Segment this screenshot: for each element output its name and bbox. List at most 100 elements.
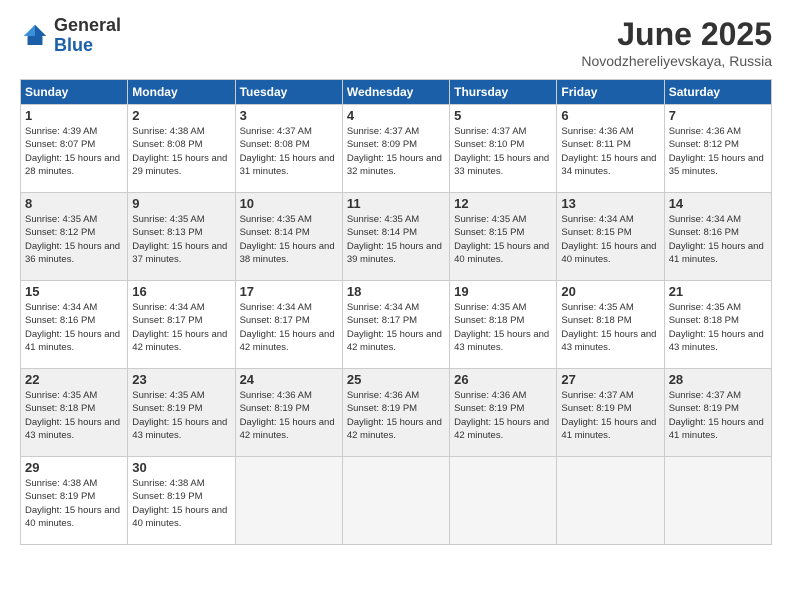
- day-number: 22: [25, 372, 123, 387]
- day-info: Sunrise: 4:34 AMSunset: 8:17 PMDaylight:…: [132, 301, 230, 354]
- calendar-cell: 19Sunrise: 4:35 AMSunset: 8:18 PMDayligh…: [450, 281, 557, 369]
- day-info: Sunrise: 4:36 AMSunset: 8:19 PMDaylight:…: [240, 389, 338, 442]
- calendar-cell: [664, 457, 771, 545]
- day-info: Sunrise: 4:37 AMSunset: 8:08 PMDaylight:…: [240, 125, 338, 178]
- day-info: Sunrise: 4:36 AMSunset: 8:12 PMDaylight:…: [669, 125, 767, 178]
- calendar-cell: [342, 457, 449, 545]
- day-number: 23: [132, 372, 230, 387]
- day-number: 21: [669, 284, 767, 299]
- calendar-table: Sunday Monday Tuesday Wednesday Thursday…: [20, 79, 772, 545]
- day-info: Sunrise: 4:36 AMSunset: 8:19 PMDaylight:…: [454, 389, 552, 442]
- day-info: Sunrise: 4:34 AMSunset: 8:16 PMDaylight:…: [669, 213, 767, 266]
- day-number: 27: [561, 372, 659, 387]
- day-info: Sunrise: 4:34 AMSunset: 8:15 PMDaylight:…: [561, 213, 659, 266]
- day-number: 29: [25, 460, 123, 475]
- col-sunday: Sunday: [21, 80, 128, 105]
- calendar-cell: 6 Sunrise: 4:36 AMSunset: 8:11 PMDaylight…: [557, 105, 664, 193]
- day-info: Sunrise: 4:34 AMSunset: 8:16 PMDaylight:…: [25, 301, 123, 354]
- calendar-cell: 22Sunrise: 4:35 AMSunset: 8:18 PMDayligh…: [21, 369, 128, 457]
- calendar-cell: 16 Sunrise: 4:34 AMSunset: 8:17 PMDayligh…: [128, 281, 235, 369]
- calendar-cell: 15 Sunrise: 4:34 AMSunset: 8:16 PMDayligh…: [21, 281, 128, 369]
- calendar-cell: 11 Sunrise: 4:35 AMSunset: 8:14 PMDayligh…: [342, 193, 449, 281]
- day-info: Sunrise: 4:35 AMSunset: 8:18 PMDaylight:…: [454, 301, 552, 354]
- calendar-week-row: 15 Sunrise: 4:34 AMSunset: 8:16 PMDayligh…: [21, 281, 772, 369]
- day-info: Sunrise: 4:35 AMSunset: 8:14 PMDaylight:…: [347, 213, 445, 266]
- calendar-week-row: 8 Sunrise: 4:35 AMSunset: 8:12 PMDaylight…: [21, 193, 772, 281]
- day-number: 15: [25, 284, 123, 299]
- day-info: Sunrise: 4:35 AMSunset: 8:15 PMDaylight:…: [454, 213, 552, 266]
- day-number: 25: [347, 372, 445, 387]
- calendar-cell: [557, 457, 664, 545]
- day-number: 16: [132, 284, 230, 299]
- calendar-cell: 12Sunrise: 4:35 AMSunset: 8:15 PMDayligh…: [450, 193, 557, 281]
- calendar-cell: 5Sunrise: 4:37 AMSunset: 8:10 PMDaylight…: [450, 105, 557, 193]
- day-number: 10: [240, 196, 338, 211]
- calendar-cell: [235, 457, 342, 545]
- day-info: Sunrise: 4:37 AMSunset: 8:19 PMDaylight:…: [669, 389, 767, 442]
- logo-general: General: [54, 15, 121, 35]
- col-saturday: Saturday: [664, 80, 771, 105]
- calendar-cell: 1 Sunrise: 4:39 AMSunset: 8:07 PMDaylight…: [21, 105, 128, 193]
- day-info: Sunrise: 4:35 AMSunset: 8:18 PMDaylight:…: [561, 301, 659, 354]
- page: General Blue June 2025 Novodzhereliyevsk…: [0, 0, 792, 612]
- day-number: 9: [132, 196, 230, 211]
- day-number: 18: [347, 284, 445, 299]
- day-number: 4: [347, 108, 445, 123]
- calendar-cell: 9 Sunrise: 4:35 AMSunset: 8:13 PMDaylight…: [128, 193, 235, 281]
- col-thursday: Thursday: [450, 80, 557, 105]
- col-friday: Friday: [557, 80, 664, 105]
- calendar-week-row: 1 Sunrise: 4:39 AMSunset: 8:07 PMDaylight…: [21, 105, 772, 193]
- calendar-cell: 13Sunrise: 4:34 AMSunset: 8:15 PMDayligh…: [557, 193, 664, 281]
- logo-blue: Blue: [54, 35, 93, 55]
- col-monday: Monday: [128, 80, 235, 105]
- calendar-cell: 21 Sunrise: 4:35 AMSunset: 8:18 PMDayligh…: [664, 281, 771, 369]
- day-info: Sunrise: 4:35 AMSunset: 8:19 PMDaylight:…: [132, 389, 230, 442]
- calendar-cell: 27Sunrise: 4:37 AMSunset: 8:19 PMDayligh…: [557, 369, 664, 457]
- day-number: 30: [132, 460, 230, 475]
- day-number: 7: [669, 108, 767, 123]
- calendar-cell: 28 Sunrise: 4:37 AMSunset: 8:19 PMDayligh…: [664, 369, 771, 457]
- calendar-cell: 8 Sunrise: 4:35 AMSunset: 8:12 PMDaylight…: [21, 193, 128, 281]
- day-info: Sunrise: 4:38 AMSunset: 8:19 PMDaylight:…: [25, 477, 123, 530]
- day-info: Sunrise: 4:38 AMSunset: 8:08 PMDaylight:…: [132, 125, 230, 178]
- day-number: 3: [240, 108, 338, 123]
- day-info: Sunrise: 4:39 AMSunset: 8:07 PMDaylight:…: [25, 125, 123, 178]
- col-wednesday: Wednesday: [342, 80, 449, 105]
- col-tuesday: Tuesday: [235, 80, 342, 105]
- calendar-cell: 30 Sunrise: 4:38 AMSunset: 8:19 PMDayligh…: [128, 457, 235, 545]
- calendar-cell: 26 Sunrise: 4:36 AMSunset: 8:19 PMDayligh…: [450, 369, 557, 457]
- day-number: 20: [561, 284, 659, 299]
- calendar-cell: 29 Sunrise: 4:38 AMSunset: 8:19 PMDayligh…: [21, 457, 128, 545]
- day-number: 8: [25, 196, 123, 211]
- day-number: 11: [347, 196, 445, 211]
- calendar-cell: 14 Sunrise: 4:34 AMSunset: 8:16 PMDayligh…: [664, 193, 771, 281]
- calendar-cell: [450, 457, 557, 545]
- calendar-cell: 4Sunrise: 4:37 AMSunset: 8:09 PMDaylight…: [342, 105, 449, 193]
- day-number: 17: [240, 284, 338, 299]
- month-title: June 2025: [581, 16, 772, 53]
- day-number: 6: [561, 108, 659, 123]
- day-info: Sunrise: 4:35 AMSunset: 8:12 PMDaylight:…: [25, 213, 123, 266]
- day-info: Sunrise: 4:36 AMSunset: 8:11 PMDaylight:…: [561, 125, 659, 178]
- calendar-cell: 18Sunrise: 4:34 AMSunset: 8:17 PMDayligh…: [342, 281, 449, 369]
- calendar-cell: 3 Sunrise: 4:37 AMSunset: 8:08 PMDaylight…: [235, 105, 342, 193]
- calendar-cell: 2Sunrise: 4:38 AMSunset: 8:08 PMDaylight…: [128, 105, 235, 193]
- day-number: 1: [25, 108, 123, 123]
- header: General Blue June 2025 Novodzhereliyevsk…: [20, 16, 772, 69]
- day-number: 28: [669, 372, 767, 387]
- day-info: Sunrise: 4:35 AMSunset: 8:18 PMDaylight:…: [669, 301, 767, 354]
- calendar-cell: 24 Sunrise: 4:36 AMSunset: 8:19 PMDayligh…: [235, 369, 342, 457]
- day-info: Sunrise: 4:36 AMSunset: 8:19 PMDaylight:…: [347, 389, 445, 442]
- location: Novodzhereliyevskaya, Russia: [581, 53, 772, 69]
- calendar-cell: 17Sunrise: 4:34 AMSunset: 8:17 PMDayligh…: [235, 281, 342, 369]
- calendar-week-row: 22Sunrise: 4:35 AMSunset: 8:18 PMDayligh…: [21, 369, 772, 457]
- day-number: 14: [669, 196, 767, 211]
- calendar-week-row: 29 Sunrise: 4:38 AMSunset: 8:19 PMDayligh…: [21, 457, 772, 545]
- day-info: Sunrise: 4:38 AMSunset: 8:19 PMDaylight:…: [132, 477, 230, 530]
- title-block: June 2025 Novodzhereliyevskaya, Russia: [581, 16, 772, 69]
- day-info: Sunrise: 4:35 AMSunset: 8:13 PMDaylight:…: [132, 213, 230, 266]
- day-number: 26: [454, 372, 552, 387]
- day-number: 24: [240, 372, 338, 387]
- logo-icon: [20, 21, 50, 51]
- day-info: Sunrise: 4:37 AMSunset: 8:10 PMDaylight:…: [454, 125, 552, 178]
